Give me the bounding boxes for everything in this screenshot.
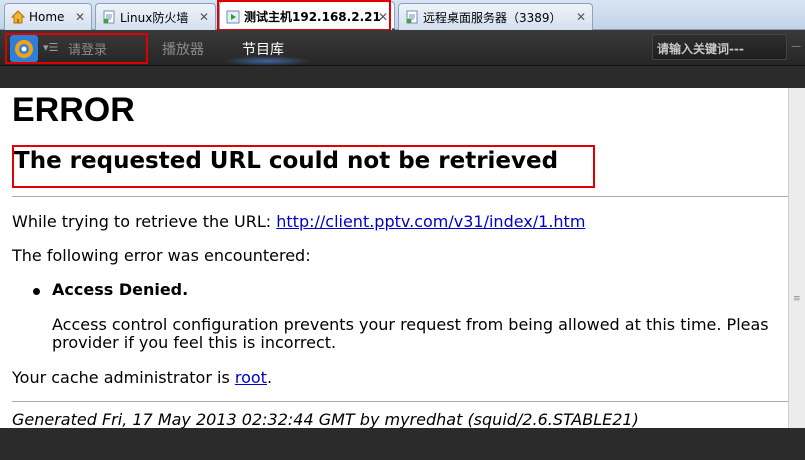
tab-test-host[interactable]: 测试主机192.168.2.21 ✕ bbox=[219, 1, 395, 31]
tab-label: Home bbox=[29, 10, 65, 24]
trying-url-line: While trying to retrieve the URL: http:/… bbox=[12, 212, 585, 231]
description-line-2: provider if you feel this is incorrect. bbox=[52, 333, 337, 352]
play-icon bbox=[226, 10, 240, 23]
access-denied-text: Access Denied. bbox=[52, 280, 189, 299]
close-icon[interactable]: ✕ bbox=[576, 11, 586, 23]
nav-library[interactable]: 节目库 bbox=[242, 39, 284, 59]
minimize-icon[interactable]: — bbox=[789, 34, 803, 60]
content-area: ERROR The requested URL could not be ret… bbox=[0, 66, 805, 460]
tab-home[interactable]: Home ✕ bbox=[4, 3, 92, 30]
vertical-scrollbar[interactable]: ≡ bbox=[788, 88, 805, 428]
description-line-1: Access control configuration prevents yo… bbox=[52, 315, 769, 334]
menu-dropdown-icon[interactable]: ▾☰ bbox=[43, 41, 58, 54]
browser-tab-strip: Home ✕ Linux防火墙 ✕ 测试主机192.168.2.21 ✕ 远程桌… bbox=[0, 0, 805, 31]
close-icon[interactable]: ✕ bbox=[378, 11, 388, 23]
document-icon bbox=[406, 10, 418, 24]
tab-label: Linux防火墙 bbox=[120, 10, 189, 25]
scrollbar-grip-icon[interactable]: ≡ bbox=[793, 294, 802, 304]
admin-suffix: . bbox=[266, 368, 273, 387]
document-icon bbox=[103, 10, 115, 24]
close-icon[interactable]: ✕ bbox=[199, 11, 209, 23]
content-bottom-band bbox=[0, 428, 805, 460]
generated-footer: Generated Fri, 17 May 2013 02:32:44 GMT … bbox=[12, 410, 639, 428]
tab-linux-firewall[interactable]: Linux防火墙 ✕ bbox=[95, 3, 216, 30]
error-subtitle: The requested URL could not be retrieved bbox=[14, 148, 559, 174]
tab-remote-desktop[interactable]: 远程桌面服务器（3389） ✕ bbox=[398, 3, 593, 30]
page-title: ERROR bbox=[12, 91, 135, 129]
divider bbox=[12, 401, 788, 402]
encountered-text: The following error was encountered: bbox=[12, 246, 311, 265]
trying-prefix: While trying to retrieve the URL: bbox=[12, 212, 277, 231]
login-link[interactable]: 请登录 bbox=[68, 39, 107, 58]
nav-player[interactable]: 播放器 bbox=[162, 39, 204, 59]
bullet bbox=[33, 288, 40, 295]
admin-prefix: Your cache administrator is bbox=[12, 368, 235, 387]
admin-line: Your cache administrator is root. bbox=[12, 368, 272, 387]
close-icon[interactable]: ✕ bbox=[75, 11, 85, 23]
requested-url-link[interactable]: http://client.pptv.com/v31/index/1.htm bbox=[276, 212, 585, 231]
tab-label: 测试主机192.168.2.21 bbox=[244, 10, 381, 24]
search-input[interactable]: 请输入关键词--- bbox=[652, 34, 787, 60]
divider bbox=[12, 196, 788, 197]
tab-label: 远程桌面服务器（3389） bbox=[423, 10, 562, 25]
pptv-logo-icon[interactable] bbox=[10, 35, 38, 62]
admin-link[interactable]: root bbox=[235, 368, 267, 387]
player-top-bar: ▾☰ 请登录 播放器 节目库 请输入关键词--- — bbox=[0, 30, 805, 66]
home-icon bbox=[11, 10, 25, 24]
content-top-band bbox=[0, 66, 805, 88]
error-page: ERROR The requested URL could not be ret… bbox=[0, 88, 788, 428]
